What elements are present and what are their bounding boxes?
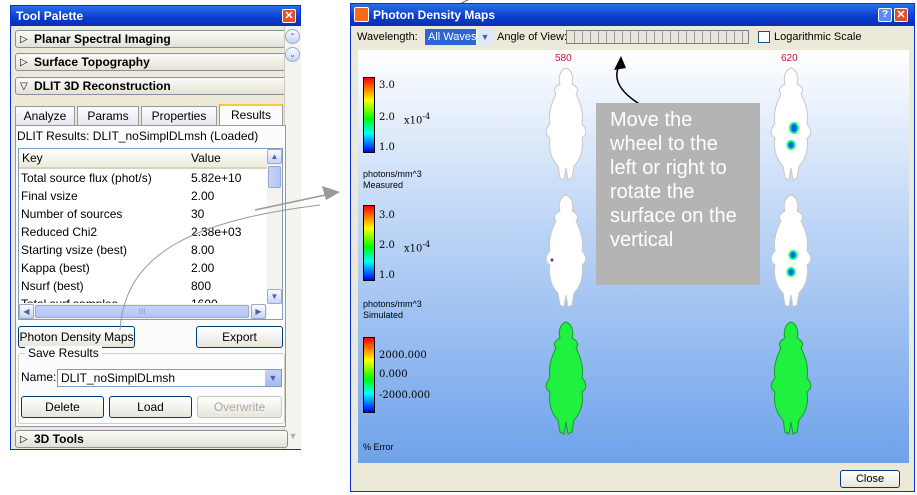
photon-window-title: Photon Density Maps [351, 4, 914, 26]
photon-toolbar: Wavelength: All Waves ▼ Angle of View: L… [351, 26, 914, 48]
mouse-error-580 [545, 321, 587, 435]
wavelength-value: All Waves [428, 31, 477, 43]
signal-spot [788, 250, 798, 260]
app-icon [354, 7, 369, 22]
mouse-error-620 [770, 321, 812, 435]
logarithmic-scale-label: Logarithmic Scale [774, 31, 862, 43]
help-icon[interactable]: ? [878, 8, 892, 22]
close-button[interactable]: Close [840, 470, 900, 488]
angle-of-view-label: Angle of View: [497, 31, 568, 43]
rotate-hint-curve [616, 63, 642, 106]
signal-spot [789, 122, 799, 134]
connector-curve [119, 204, 321, 331]
photon-window-close-icon[interactable]: ✕ [894, 8, 908, 22]
connector-arrow-head [322, 186, 340, 200]
photon-bottom-bar: Close [351, 467, 914, 491]
mouse-measured-580 [545, 67, 587, 181]
signal-spot [786, 267, 796, 277]
rotate-hint-arrowhead [614, 56, 626, 70]
signal-spot [786, 140, 796, 150]
mouse-simulated-580 [545, 194, 587, 308]
connector-arrow-shaft [254, 193, 331, 211]
chevron-down-icon[interactable]: ▼ [476, 29, 493, 45]
instruction-callout: Move the wheel to the left or right to r… [596, 103, 760, 285]
wavelength-label: Wavelength: [357, 31, 418, 43]
wavelength-select[interactable]: All Waves ▼ [425, 29, 493, 45]
logarithmic-scale-checkbox[interactable] [758, 31, 770, 43]
signal-spot [550, 258, 554, 262]
angle-of-view-wheel[interactable] [566, 30, 749, 44]
